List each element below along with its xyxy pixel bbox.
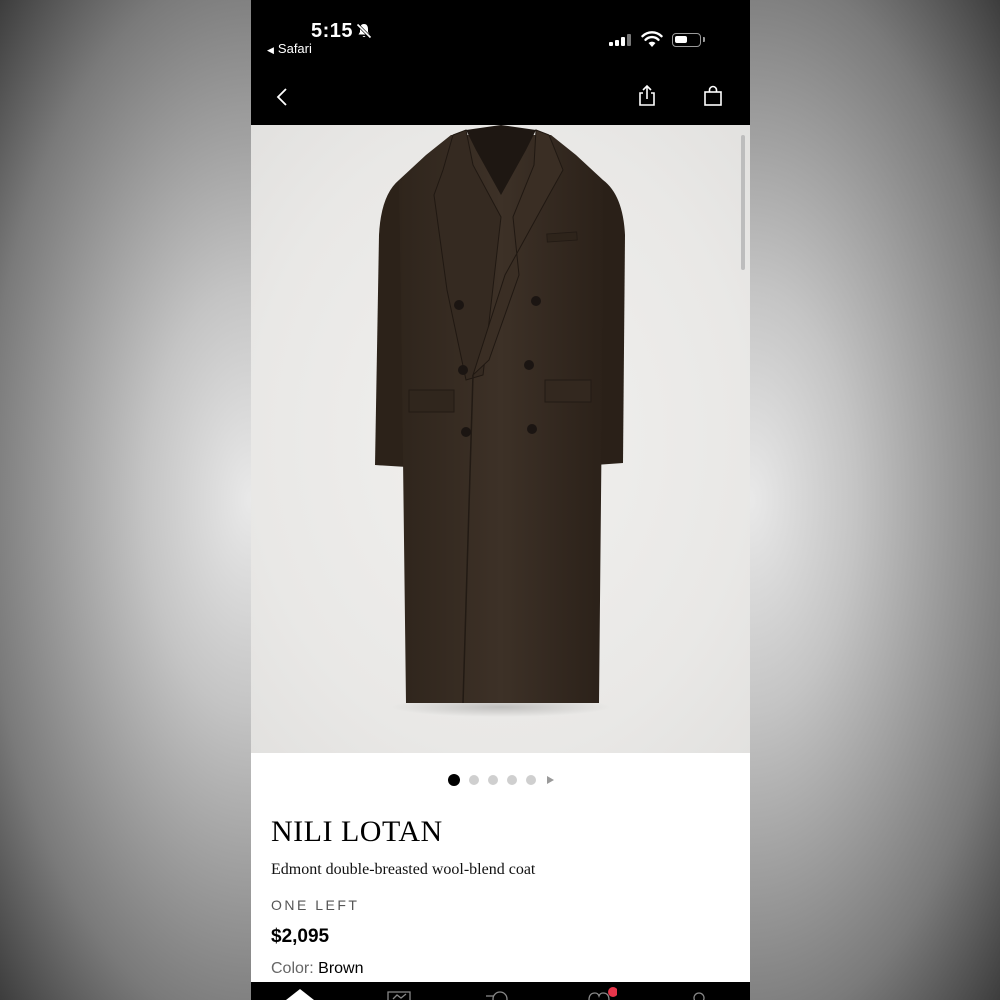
pager-dot[interactable] [447,774,460,786]
pager-dot[interactable] [506,775,517,785]
home-icon[interactable] [285,986,315,1000]
search-icon[interactable] [483,986,511,1000]
navigation-bar [251,70,750,125]
phone-screen: 5:15 ◀ Safari NILI LOTAN Edmont double-b… [251,0,750,1000]
brand-name[interactable]: NILI LOTAN [271,815,443,849]
background-right [750,0,1000,1000]
video-play-icon[interactable] [546,776,554,784]
image-pager[interactable] [251,773,750,787]
silent-mode-icon [355,22,373,45]
back-to-app-link[interactable]: ◀ Safari [267,41,312,56]
pager-dot[interactable] [487,775,498,785]
product-name: Edmont double-breasted wool-blend coat [271,861,536,878]
shopping-bag-icon[interactable] [702,85,724,112]
bottom-tab-bar [251,982,750,1000]
account-icon[interactable] [687,986,711,1000]
chevron-left-icon[interactable] [273,86,293,113]
stock-status: ONE LEFT [271,897,360,913]
battery-icon [672,33,705,47]
pager-dot[interactable] [468,775,479,785]
cellular-signal-icon [609,34,631,46]
share-icon[interactable] [636,84,658,113]
designers-icon[interactable] [385,986,413,1000]
wifi-icon [641,30,663,53]
back-app-label: Safari [277,41,312,56]
status-time: 5:15 [311,20,354,42]
color-value: Brown [318,960,364,977]
status-bar: 5:15 ◀ Safari [251,0,750,70]
back-arrow-icon: ◀ [267,45,274,55]
color-row: Color: Brown [271,960,364,978]
background-left [0,0,251,1000]
color-label: Color: [271,960,314,977]
product-price: $2,095 [271,926,330,947]
scrollbar[interactable] [741,135,745,270]
coat-illustration [375,125,625,717]
product-image[interactable] [251,125,750,753]
wishlist-icon[interactable] [585,986,618,1000]
pager-dot[interactable] [525,775,536,785]
